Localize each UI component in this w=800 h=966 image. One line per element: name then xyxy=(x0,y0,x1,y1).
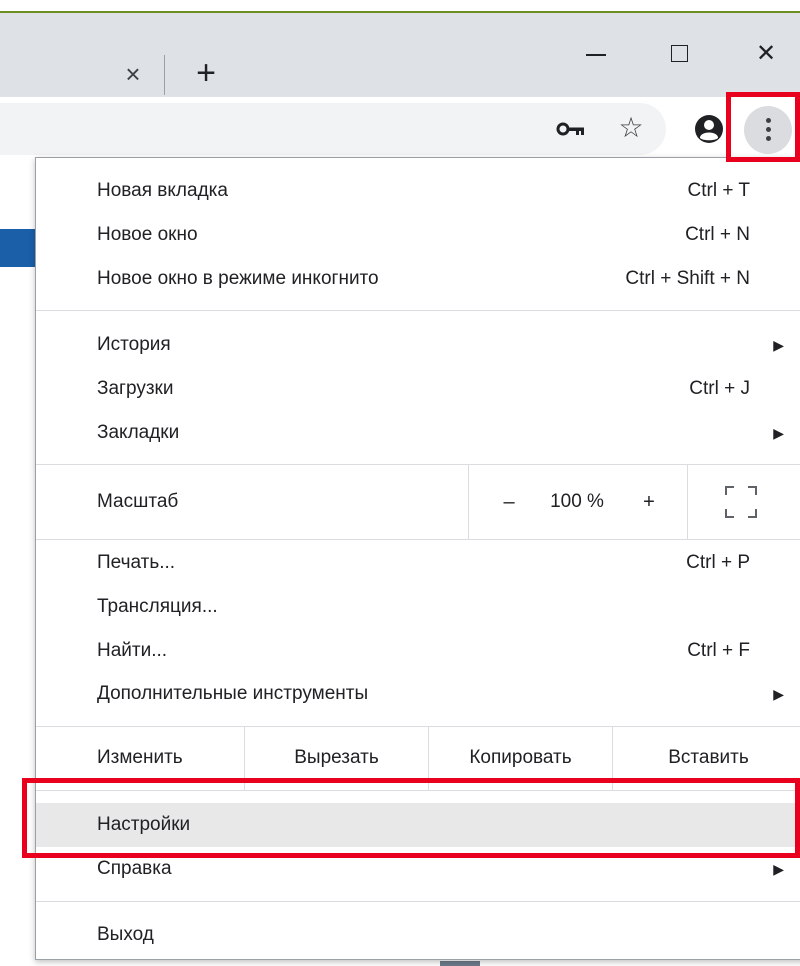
fullscreen-icon[interactable] xyxy=(724,485,758,519)
cut-button[interactable]: Вырезать xyxy=(244,726,428,790)
menu-item-label: Новое окно xyxy=(97,224,198,245)
zoom-in-button[interactable]: + xyxy=(637,465,661,539)
submenu-arrow-icon: ▶ xyxy=(773,425,784,441)
menu-item-shortcut: Ctrl + P xyxy=(686,552,750,573)
zoom-label: Масштаб xyxy=(97,491,179,512)
browser-main-menu: Новая вкладка Ctrl + T Новое окно Ctrl +… xyxy=(35,157,800,960)
menu-item-label: Закладки xyxy=(97,422,180,443)
zoom-row: Масштаб – 100 % + xyxy=(36,465,800,539)
tab-divider xyxy=(164,55,165,95)
page-content-fragment xyxy=(440,961,480,966)
submenu-arrow-icon: ▶ xyxy=(773,686,784,702)
profile-icon[interactable] xyxy=(694,114,724,144)
menu-divider xyxy=(36,790,800,791)
maximize-icon xyxy=(671,45,688,62)
menu-item-label: Новая вкладка xyxy=(97,180,228,201)
menu-item-shortcut: Ctrl + Shift + N xyxy=(625,268,750,289)
menu-item-new-tab[interactable]: Новая вкладка Ctrl + T xyxy=(36,169,800,213)
new-tab-button[interactable]: + xyxy=(190,56,222,90)
menu-divider xyxy=(36,901,800,902)
zoom-controls: – 100 % + xyxy=(468,465,688,539)
submenu-arrow-icon: ▶ xyxy=(773,861,784,877)
copy-button[interactable]: Копировать xyxy=(428,726,612,790)
close-tab-icon[interactable]: × xyxy=(120,61,146,87)
menu-item-shortcut: Ctrl + J xyxy=(689,378,750,399)
menu-item-downloads[interactable]: Загрузки Ctrl + J xyxy=(36,367,800,411)
close-window-button[interactable]: ✕ xyxy=(746,37,786,71)
menu-item-label: Выход xyxy=(97,924,154,945)
page-content-strip xyxy=(0,229,36,267)
menu-item-label: Справка xyxy=(97,858,172,879)
edit-label: Изменить xyxy=(97,747,183,768)
zoom-out-button[interactable]: – xyxy=(497,465,521,539)
menu-item-label: Дополнительные инструменты xyxy=(97,683,369,704)
menu-item-label: Трансляция... xyxy=(97,596,218,617)
menu-item-shortcut: Ctrl + F xyxy=(687,640,750,661)
menu-divider xyxy=(36,539,800,540)
menu-item-shortcut: Ctrl + N xyxy=(685,224,750,245)
menu-item-incognito-window[interactable]: Новое окно в режиме инкогнито Ctrl + Shi… xyxy=(36,257,800,301)
menu-item-find[interactable]: Найти... Ctrl + F xyxy=(36,629,800,673)
menu-item-label: Загрузки xyxy=(97,378,174,399)
star-icon[interactable]: ☆ xyxy=(616,112,646,144)
window-top-edge xyxy=(0,0,800,13)
submenu-arrow-icon: ▶ xyxy=(773,337,784,353)
menu-item-cast[interactable]: Трансляция... xyxy=(36,585,800,629)
key-icon[interactable] xyxy=(556,116,586,142)
tab-strip: × + ✕ xyxy=(0,13,800,97)
minimize-button[interactable] xyxy=(576,37,616,71)
menu-item-bookmarks[interactable]: Закладки ▶ xyxy=(36,411,800,455)
menu-item-label: История xyxy=(97,334,171,355)
menu-item-label: Печать... xyxy=(97,552,176,573)
menu-item-new-window[interactable]: Новое окно Ctrl + N xyxy=(36,213,800,257)
menu-item-label: Найти... xyxy=(97,640,168,661)
menu-item-settings[interactable]: Настройки xyxy=(36,803,800,847)
menu-item-print[interactable]: Печать... Ctrl + P xyxy=(36,541,800,585)
menu-item-shortcut: Ctrl + T xyxy=(687,180,750,201)
menu-item-history[interactable]: История ▶ xyxy=(36,323,800,367)
menu-item-label: Настройки xyxy=(97,814,191,835)
maximize-button[interactable] xyxy=(660,37,700,71)
edit-row: Изменить Вырезать Копировать Вставить xyxy=(36,726,800,790)
menu-divider xyxy=(36,310,800,311)
menu-item-exit[interactable]: Выход xyxy=(36,913,800,957)
zoom-level: 100 % xyxy=(550,491,604,512)
menu-item-help[interactable]: Справка ▶ xyxy=(36,847,800,891)
menu-item-label: Новое окно в режиме инкогнито xyxy=(97,268,379,289)
minimize-icon xyxy=(586,54,606,56)
menu-item-more-tools[interactable]: Дополнительные инструменты ▶ xyxy=(36,672,800,716)
more-vert-icon[interactable] xyxy=(744,106,792,154)
paste-button[interactable]: Вставить xyxy=(612,726,800,790)
